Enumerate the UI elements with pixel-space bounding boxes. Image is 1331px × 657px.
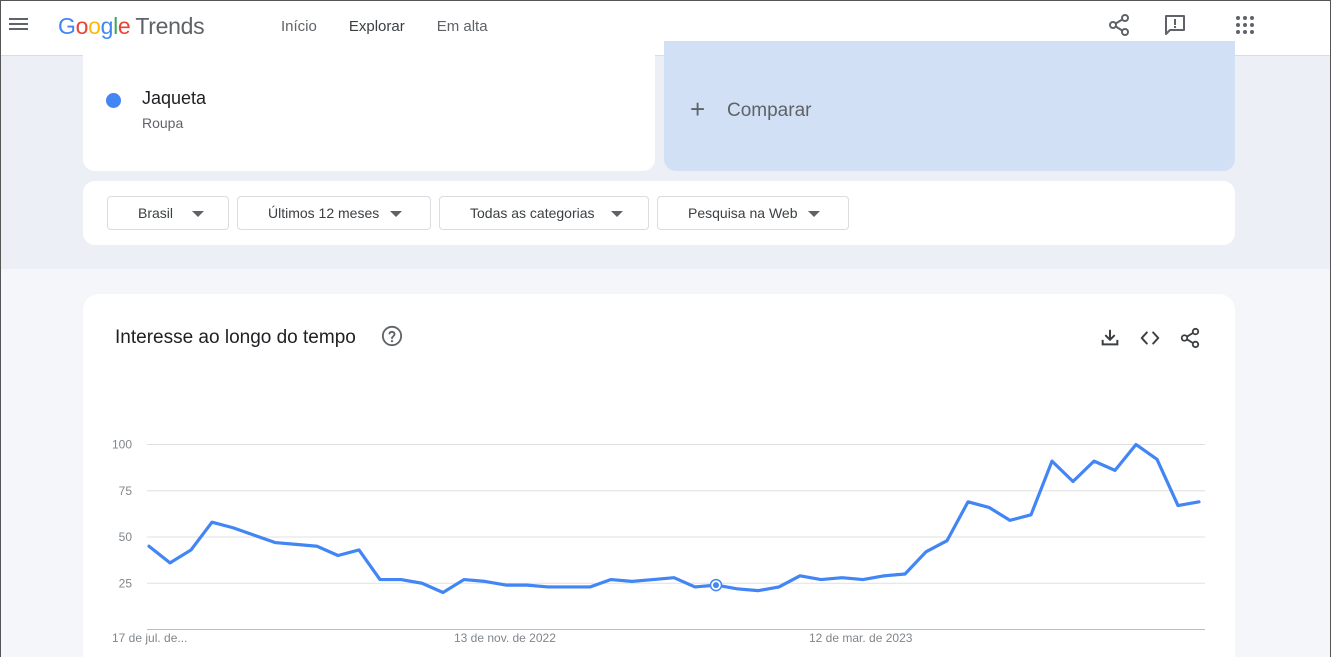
logo-trends-text: Trends [135, 13, 205, 39]
filter-label: Brasil [138, 205, 174, 221]
y-tick-label: 100 [112, 438, 132, 452]
highlight-point [713, 582, 719, 589]
filter-label: Últimos 12 meses [268, 205, 380, 221]
filter-search-type[interactable]: Pesquisa na Web [657, 196, 849, 230]
term-name: Jaqueta [142, 88, 207, 108]
x-tick-label: 17 de jul. de... [112, 631, 187, 645]
menu-icon[interactable] [9, 15, 31, 35]
y-tick-label: 50 [119, 530, 133, 544]
filter-category[interactable]: Todas as categorias [439, 196, 649, 230]
filter-period[interactable]: Últimos 12 meses [237, 196, 431, 230]
filters-bar: Brasil Últimos 12 meses Todas as categor… [83, 181, 1235, 245]
feedback-icon[interactable] [1163, 13, 1187, 37]
share-icon[interactable] [1107, 13, 1131, 37]
logo-letter: G [58, 13, 76, 39]
term-color-dot [106, 93, 121, 108]
logo-letter: e [117, 13, 131, 39]
compare-label: Comparar [727, 100, 812, 121]
chevron-down-icon [611, 211, 623, 217]
series-line [147, 442, 1201, 595]
chevron-down-icon [390, 211, 402, 217]
x-tick-label: 13 de nov. de 2022 [454, 631, 556, 645]
chevron-down-icon [192, 211, 204, 217]
filter-label: Todas as categorias [470, 205, 595, 221]
plus-icon: + [690, 94, 706, 124]
logo-letter: o [75, 13, 89, 39]
logo-letter: o [88, 13, 101, 39]
y-tick-label: 75 [119, 484, 133, 498]
chevron-down-icon [808, 211, 820, 217]
filter-region[interactable]: Brasil [107, 196, 229, 230]
google-trends-logo[interactable]: Google Trends [58, 13, 205, 39]
y-tick-label: 25 [119, 576, 133, 590]
apps-grid-icon[interactable] [1233, 13, 1257, 37]
term-category: Roupa [142, 115, 184, 131]
search-term-card[interactable]: Jaqueta Roupa [83, 41, 655, 171]
logo-letter: g [100, 13, 114, 39]
interest-over-time-card: Interesse ao longo do tempo 100 75 50 25 17 … [83, 294, 1235, 657]
filter-label: Pesquisa na Web [688, 205, 798, 221]
x-tick-label: 12 de mar. de 2023 [809, 631, 913, 645]
interest-line-chart[interactable]: 100 75 50 25 17 de jul. de... 13 de nov. de 2… [83, 294, 1235, 657]
compare-button[interactable]: + Comparar [664, 41, 1235, 171]
